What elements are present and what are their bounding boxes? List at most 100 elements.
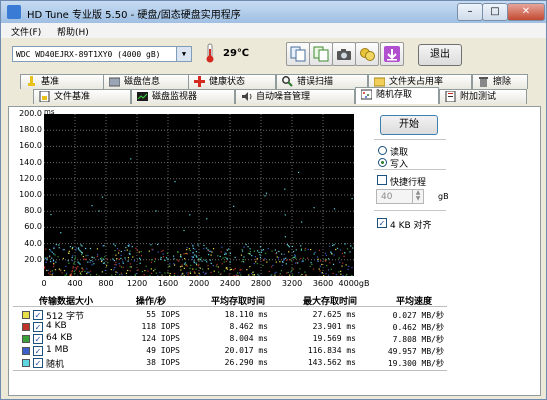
data-point xyxy=(329,262,331,264)
data-point xyxy=(78,262,80,264)
data-point xyxy=(50,213,52,216)
start-button[interactable]: 开始 xyxy=(380,115,438,135)
data-point xyxy=(233,269,235,271)
data-point xyxy=(206,218,208,220)
menu-file[interactable]: 文件(F) xyxy=(11,25,41,38)
tab-random-access[interactable]: 随机存取 xyxy=(355,87,439,104)
tab-erase[interactable]: 擦除 xyxy=(472,74,528,89)
tab-file-benchmark[interactable]: 文件基准 xyxy=(33,89,131,104)
row-ops-value: 118 IOPS xyxy=(141,322,180,331)
data-point xyxy=(197,264,200,267)
data-point xyxy=(264,195,266,197)
tab-extra-tests[interactable]: 附加测试 xyxy=(439,89,527,104)
data-point xyxy=(294,255,296,257)
data-point xyxy=(129,266,131,268)
maximize-button[interactable]: □ xyxy=(482,3,508,21)
data-point xyxy=(292,257,294,259)
tab-disk-info[interactable]: 磁盘信息 xyxy=(103,74,189,89)
health-icon xyxy=(194,76,205,87)
data-point xyxy=(345,275,347,276)
data-point xyxy=(79,263,81,265)
spinner-arrows-icon[interactable]: ▲ ▼ xyxy=(412,190,423,203)
tab-benchmark[interactable]: 基准 xyxy=(20,74,108,89)
data-point xyxy=(135,247,137,249)
data-point xyxy=(52,259,55,261)
data-point xyxy=(261,249,263,251)
data-point xyxy=(248,275,250,276)
row-size-label: 64 KB xyxy=(46,333,73,343)
data-point xyxy=(191,255,193,258)
data-point xyxy=(291,245,294,248)
data-point xyxy=(162,253,164,255)
copy-text-button[interactable] xyxy=(309,42,333,66)
data-point xyxy=(265,252,267,255)
y-tick-label: 120.0 xyxy=(19,173,42,183)
data-point xyxy=(169,274,171,276)
series-visible-checkbox[interactable]: ✓ xyxy=(33,346,43,356)
copy-info-button[interactable] xyxy=(286,42,310,66)
data-point xyxy=(192,256,194,259)
tab-health[interactable]: 健康状态 xyxy=(188,74,276,89)
align-4kb-checkbox[interactable]: ✓ xyxy=(377,218,387,228)
data-point xyxy=(72,255,74,257)
data-point xyxy=(262,249,265,251)
data-point xyxy=(218,271,220,273)
data-point xyxy=(54,254,56,256)
data-point xyxy=(95,273,98,275)
row-avg-value: 18.110 ms xyxy=(224,310,268,319)
data-point xyxy=(101,196,104,198)
data-point xyxy=(335,248,337,251)
options-button[interactable] xyxy=(355,42,379,66)
row-avg-value: 8.004 ms xyxy=(229,334,268,343)
data-point xyxy=(49,248,51,251)
short-stroke-input[interactable]: 40 ▲ ▼ xyxy=(376,189,424,204)
row-size-label: 4 KB xyxy=(46,321,67,331)
series-visible-checkbox[interactable]: ✓ xyxy=(33,322,43,332)
data-point xyxy=(81,253,83,256)
data-point xyxy=(327,258,330,260)
data-point xyxy=(226,268,228,270)
data-point xyxy=(114,249,116,252)
series-visible-checkbox[interactable]: ✓ xyxy=(33,310,43,320)
data-point xyxy=(225,260,227,262)
data-point xyxy=(254,256,256,258)
data-point xyxy=(73,263,75,265)
series-visible-checkbox[interactable]: ✓ xyxy=(33,358,43,368)
data-point xyxy=(252,274,254,276)
access-time-chart xyxy=(44,114,354,276)
data-point xyxy=(332,244,334,247)
screenshot-button[interactable] xyxy=(332,42,356,66)
close-button[interactable]: ✕ xyxy=(507,3,545,21)
minimize-button[interactable]: – xyxy=(457,3,483,21)
data-point xyxy=(101,271,103,273)
short-stroke-checkbox[interactable] xyxy=(377,175,387,185)
drive-select[interactable]: WDC WD40EJRX-89T1XY0 (4000 gB) ▼ xyxy=(12,46,192,62)
data-point xyxy=(122,261,124,263)
data-point xyxy=(201,260,203,262)
tab-noise[interactable]: 自动噪音管理 xyxy=(235,89,355,104)
data-point xyxy=(255,261,257,263)
data-point xyxy=(268,270,270,273)
data-point xyxy=(190,264,192,267)
data-point xyxy=(118,263,120,265)
download-button[interactable] xyxy=(380,42,404,66)
tab-extra-tests-label: 附加测试 xyxy=(460,92,497,102)
data-point xyxy=(126,249,128,251)
tab-disk-monitor[interactable]: 磁盘监视器 xyxy=(131,89,235,104)
data-point xyxy=(209,259,211,261)
series-visible-checkbox[interactable]: ✓ xyxy=(33,334,43,344)
data-point xyxy=(122,262,124,264)
data-point xyxy=(129,250,131,252)
data-point xyxy=(186,253,188,255)
menu-help[interactable]: 帮助(H) xyxy=(57,25,89,38)
copy-icon xyxy=(290,46,306,62)
data-point xyxy=(67,252,70,254)
data-point xyxy=(287,245,289,247)
write-radio[interactable] xyxy=(378,158,387,167)
read-radio[interactable] xyxy=(378,146,387,155)
data-point xyxy=(325,273,327,275)
data-point xyxy=(184,262,187,264)
exit-button[interactable]: 退出 xyxy=(418,44,462,66)
chevron-down-icon[interactable]: ▼ xyxy=(176,47,191,61)
data-point xyxy=(155,272,157,274)
